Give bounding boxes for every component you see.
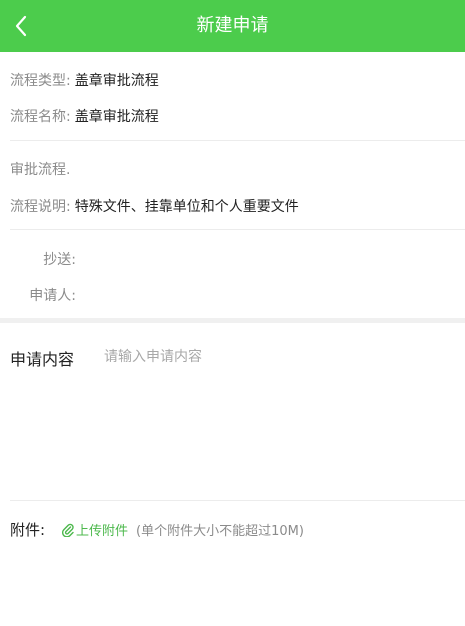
attachment-size-note: (单个附件大小不能超过10M) bbox=[136, 524, 304, 539]
divider bbox=[10, 500, 465, 501]
attachment-label: 附件: bbox=[10, 521, 46, 539]
approval-flow-label: 审批流程. bbox=[10, 162, 71, 178]
page-title: 新建申请 bbox=[196, 15, 269, 36]
divider bbox=[10, 140, 465, 141]
paperclip-icon bbox=[62, 523, 74, 537]
process-name-value: 盖章审批流程 bbox=[74, 109, 159, 125]
request-content-input[interactable] bbox=[104, 344, 444, 370]
process-name-row: 流程名称: 盖章审批流程 bbox=[10, 106, 159, 126]
divider bbox=[10, 229, 465, 230]
process-type-row: 流程类型: 盖章审批流程 bbox=[10, 70, 159, 90]
approval-flow-row[interactable]: 审批流程. bbox=[10, 159, 70, 179]
process-desc-value: 特殊文件、挂靠单位和个人重要文件 bbox=[74, 199, 299, 215]
upload-attachment-button[interactable]: 上传附件 bbox=[62, 520, 128, 539]
applicant-label: 申请人: bbox=[29, 288, 76, 304]
upload-attachment-label: 上传附件 bbox=[76, 524, 129, 539]
process-type-label: 流程类型: bbox=[10, 73, 71, 89]
process-name-label: 流程名称: bbox=[10, 109, 71, 125]
process-desc-label: 流程说明: bbox=[10, 199, 71, 215]
section-divider bbox=[0, 318, 465, 323]
title-bar: 新建申请 bbox=[0, 0, 465, 52]
process-type-value: 盖章审批流程 bbox=[74, 73, 159, 89]
process-desc-row: 流程说明: 特殊文件、挂靠单位和个人重要文件 bbox=[10, 196, 299, 216]
cc-label[interactable]: 抄送: bbox=[10, 249, 76, 269]
request-content-label: 申请内容 bbox=[10, 350, 75, 369]
